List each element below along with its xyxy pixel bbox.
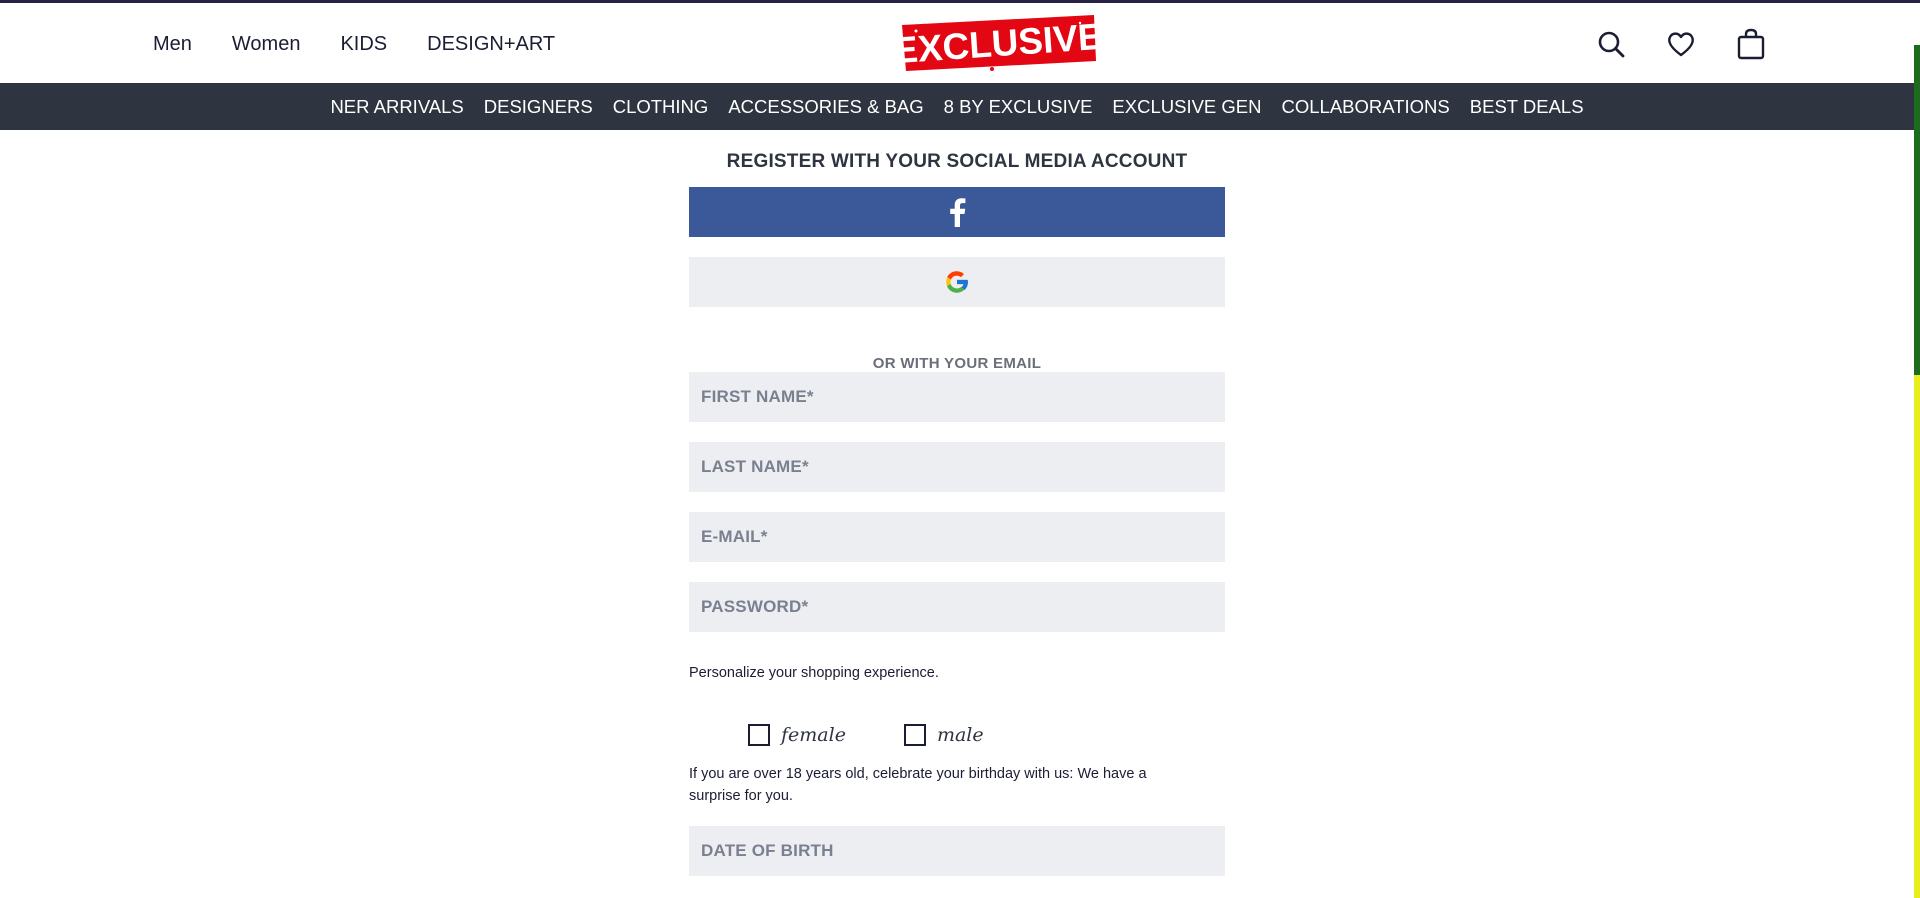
first-name-field[interactable] [689, 372, 1225, 422]
facebook-icon [950, 198, 966, 227]
exclusive-logo[interactable]: EXCLUSIVE [892, 11, 1104, 77]
or-email-label: OR WITH YOUR EMAIL [872, 355, 1042, 372]
category-8-by-exclusive[interactable]: 8 BY EXCLUSIVE [944, 96, 1093, 118]
category-best-deals[interactable]: BEST DEALS [1470, 96, 1584, 118]
header-icons [1594, 27, 1768, 61]
bag-icon[interactable] [1734, 27, 1768, 61]
category-exclusive-gen[interactable]: EXCLUSIVE GEN [1112, 96, 1261, 118]
male-label: male [936, 724, 984, 746]
site-header: Men Women KIDS DESIGN+ART EXCLUSIVE [0, 3, 1914, 83]
gender-female-option[interactable]: female [748, 724, 846, 746]
category-clothing[interactable]: CLOTHING [613, 96, 709, 118]
register-form: REGISTER WITH YOUR SOCIAL MEDIA ACCOUNT … [689, 130, 1225, 876]
category-nav: NER ARRIVALS DESIGNERS CLOTHING ACCESSOR… [0, 83, 1914, 130]
scrollbar-thumb[interactable] [1914, 45, 1920, 375]
heart-icon[interactable] [1664, 27, 1698, 61]
category-new-arrivals[interactable]: NER ARRIVALS [330, 96, 463, 118]
female-label: female [781, 724, 846, 746]
date-of-birth-field[interactable] [689, 826, 1225, 876]
nav-design-art[interactable]: DESIGN+ART [427, 33, 555, 56]
personalize-text: Personalize your shopping experience. [689, 665, 939, 681]
category-collaborations[interactable]: COLLABORATIONS [1282, 96, 1450, 118]
category-accessories-bag[interactable]: ACCESSORIES & BAG [728, 96, 923, 118]
social-register-title: REGISTER WITH YOUR SOCIAL MEDIA ACCOUNT [726, 151, 1188, 172]
last-name-field[interactable] [689, 442, 1225, 492]
nav-women[interactable]: Women [232, 33, 301, 56]
nav-men[interactable]: Men [153, 33, 192, 56]
google-register-button[interactable] [689, 257, 1225, 307]
male-checkbox[interactable] [903, 724, 926, 746]
facebook-register-button[interactable] [689, 187, 1225, 237]
female-checkbox[interactable] [748, 724, 770, 746]
email-field[interactable] [689, 512, 1225, 562]
nav-kids[interactable]: KIDS [340, 33, 387, 56]
birthday-text: If you are over 18 years old, celebrate … [689, 766, 1147, 804]
google-icon [946, 271, 969, 293]
category-designers[interactable]: DESIGNERS [484, 96, 593, 118]
gender-nav: Men Women KIDS DESIGN+ART [153, 33, 555, 56]
password-field[interactable] [689, 582, 1225, 632]
gender-options: female male [689, 724, 1225, 746]
gender-male-option[interactable]: male [903, 724, 984, 746]
search-icon[interactable] [1594, 27, 1628, 61]
